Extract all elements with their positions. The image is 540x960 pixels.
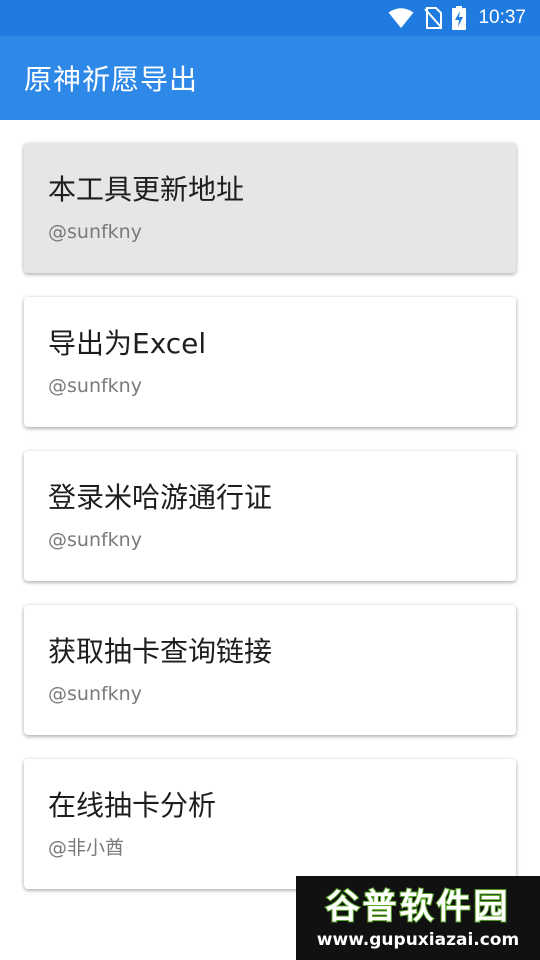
status-time: 10:37 [478, 7, 526, 28]
menu-list: 本工具更新地址 @sunfkny 导出为Excel @sunfkny 登录米哈游… [24, 143, 516, 913]
battery-charging-icon [452, 6, 467, 30]
card-title: 在线抽卡分析 [48, 789, 217, 822]
card-subtitle: @sunfkny [48, 683, 142, 705]
app-bar: 原神祈愿导出 [0, 36, 540, 120]
card-subtitle: @sunfkny [48, 221, 142, 243]
card-export-excel[interactable]: 导出为Excel @sunfkny [24, 297, 516, 427]
wifi-icon [388, 7, 414, 29]
app-title: 原神祈愿导出 [24, 63, 199, 96]
card-subtitle: @sunfkny [48, 375, 142, 397]
card-update-address[interactable]: 本工具更新地址 @sunfkny [24, 143, 516, 273]
card-title: 登录米哈游通行证 [48, 481, 273, 514]
watermark: 谷普软件园 www.gupuxiazai.com [296, 876, 540, 960]
card-title: 导出为Excel [48, 327, 207, 360]
watermark-url: www.gupuxiazai.com [316, 930, 520, 950]
card-title: 获取抽卡查询链接 [48, 635, 273, 668]
card-subtitle: @sunfkny [48, 529, 142, 551]
no-sim-icon [424, 7, 443, 29]
card-online-analysis[interactable]: 在线抽卡分析 @非小酋 [24, 759, 516, 889]
card-get-gacha-link[interactable]: 获取抽卡查询链接 @sunfkny [24, 605, 516, 735]
card-subtitle: @非小酋 [48, 837, 125, 859]
card-title: 本工具更新地址 [48, 173, 245, 206]
watermark-name: 谷普软件园 [325, 886, 511, 928]
status-bar: 10:37 [0, 0, 540, 36]
card-login-mihoyo[interactable]: 登录米哈游通行证 @sunfkny [24, 451, 516, 581]
